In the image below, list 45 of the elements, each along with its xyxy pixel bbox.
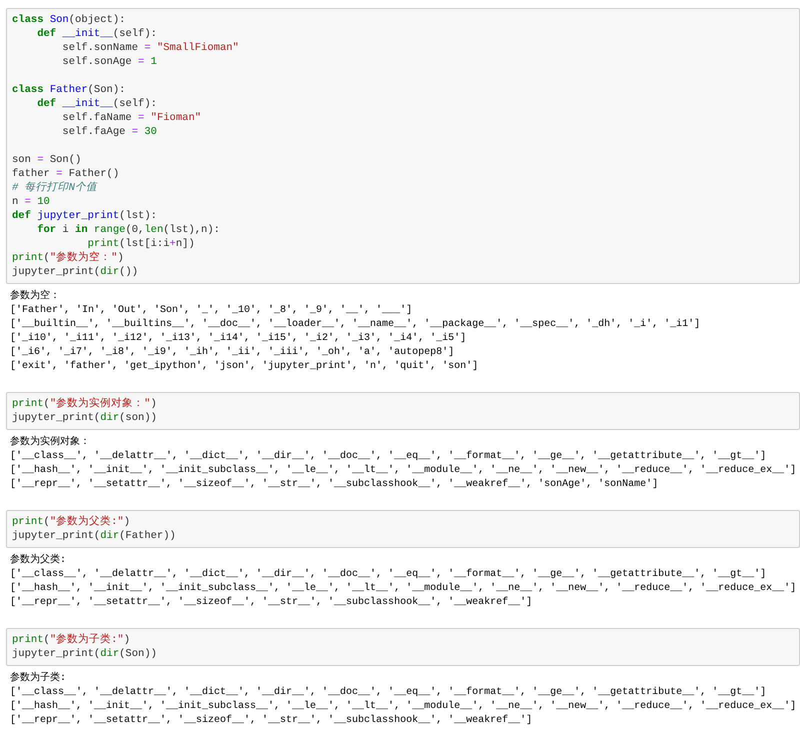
code-line: def __init__(self):: [36, 27, 157, 41]
code-cell[interactable]: print("参数为父类:") jupyter_print(dir(Father)): [6, 510, 800, 548]
output-line: ['__hash__', '__init__', '__init_subclass__', '__le__', '__lt__', '__module__', '__ne__', '__new__', '__reduce__', '__reduce_ex__']: [10, 464, 796, 478]
output-line: 参数为父类:: [10, 554, 66, 568]
code-line: jupyter_print(dir(Son)): [12, 647, 157, 661]
output-line: 参数为子类:: [10, 672, 66, 686]
code-line: for i in range(0,len(lst),n):: [36, 223, 220, 237]
output-line: 参数为空：: [10, 290, 60, 304]
output-line: ['__repr__', '__setattr__', '__sizeof__', '__str__', '__subclasshook__', '__weakref__', 'sonAge', 'sonName']: [10, 478, 658, 492]
code-line: class Son(object):: [12, 13, 126, 27]
code-line: n = 10: [12, 195, 50, 209]
code-line: print("参数为父类:"): [12, 515, 130, 529]
code-line: print(lst[i:i+n]): [86, 237, 195, 251]
output-line: ['__class__', '__delattr__', '__dict__', '__dir__', '__doc__', '__eq__', '__format__', '__ge__', '__getattribute__', '__gt__']: [10, 568, 766, 582]
code-cell[interactable]: [6, 8, 800, 284]
code-line: class Father(Son):: [12, 83, 126, 97]
code-line: def __init__(self):: [36, 97, 157, 111]
output-line: ['__class__', '__delattr__', '__dict__', '__dir__', '__doc__', '__eq__', '__format__', '__ge__', '__getattribute__', '__gt__']: [10, 450, 766, 464]
code-line: def jupyter_print(lst):: [12, 209, 157, 223]
output-line: ['Father', 'In', 'Out', 'Son', '_', '_10', '_8', '_9', '__', '___']: [10, 304, 412, 318]
code-line: jupyter_print(dir(son)): [12, 411, 157, 425]
code-cell[interactable]: print("参数为子类:") jupyter_print(dir(Son)): [6, 628, 800, 666]
output-line: ['_i6', '_i7', '_i8', '_i9', '_ih', '_ii', '_iii', '_oh', 'a', 'autopep8']: [10, 346, 454, 360]
code-line: father = Father(): [12, 167, 120, 181]
output-line: ['__repr__', '__setattr__', '__sizeof__', '__str__', '__subclasshook__', '__weakref__']: [10, 596, 532, 610]
code-line: son = Son(): [12, 153, 82, 167]
code-line: print("参数为空："): [12, 251, 124, 265]
code-line: print("参数为实例对象："): [12, 397, 157, 411]
output-line: ['_i10', '_i11', '_i12', '_i13', '_i14', '_i15', '_i2', '_i3', '_i4', '_i5']: [10, 332, 466, 346]
output-line: ['__builtin__', '__builtins__', '__doc__', '__loader__', '__name__', '__package__', '__spec__', '_dh', '_i', '_i1']: [10, 318, 700, 332]
code-line: self.faAge = 30: [61, 125, 157, 139]
output-line: ['__hash__', '__init__', '__init_subclass__', '__le__', '__lt__', '__module__', '__ne__', '__new__', '__reduce__', '__reduce_ex__']: [10, 700, 796, 714]
code-line: print("参数为子类:"): [12, 633, 130, 647]
output-line: ['__class__', '__delattr__', '__dict__', '__dir__', '__doc__', '__eq__', '__format__', '__ge__', '__getattribute__', '__gt__']: [10, 686, 766, 700]
output-line: 参数为实例对象：: [10, 436, 90, 450]
code-line: self.faName = "Fioman": [61, 111, 202, 125]
output-line: ['exit', 'father', 'get_ipython', 'json', 'jupyter_print', 'n', 'quit', 'son']: [10, 360, 478, 374]
code-line: jupyter_print(dir(Father)): [12, 529, 176, 543]
code-line: # 每行打印N个值: [12, 181, 97, 195]
output-line: ['__hash__', '__init__', '__init_subclass__', '__le__', '__lt__', '__module__', '__ne__', '__new__', '__reduce__', '__reduce_ex__']: [10, 582, 796, 596]
code-line: self.sonAge = 1: [61, 55, 157, 69]
code-cell[interactable]: print("参数为实例对象：") jupyter_print(dir(son)): [6, 392, 800, 430]
code-line: jupyter_print(dir()): [12, 265, 138, 279]
code-line: self.sonName = "SmallFioman": [61, 41, 239, 55]
output-line: ['__repr__', '__setattr__', '__sizeof__', '__str__', '__subclasshook__', '__weakref__']: [10, 714, 532, 728]
